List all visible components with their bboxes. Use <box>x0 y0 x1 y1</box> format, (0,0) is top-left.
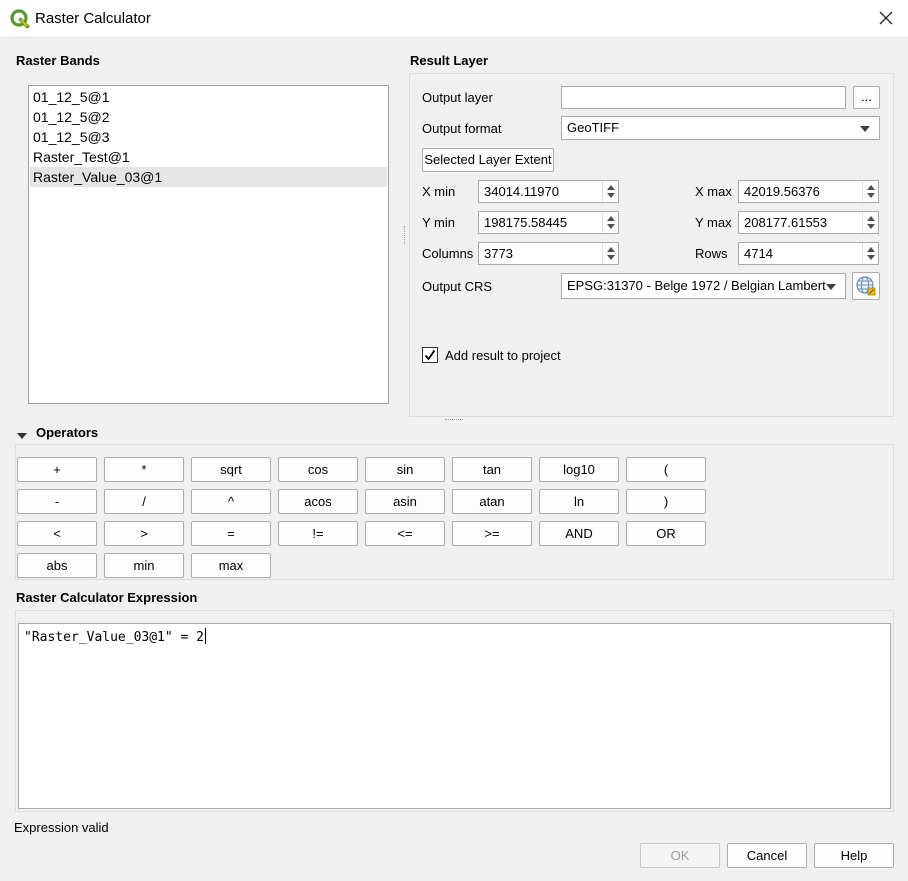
ok-button[interactable]: OK <box>640 843 720 868</box>
checkmark-icon <box>424 349 436 361</box>
output-crs-select[interactable]: EPSG:31370 - Belge 1972 / Belgian Lamber… <box>561 273 846 299</box>
operator-button[interactable]: cos <box>278 457 358 482</box>
ymax-label: Y max <box>695 215 732 230</box>
operator-button[interactable]: * <box>104 457 184 482</box>
list-item[interactable]: 01_12_5@1 <box>30 87 387 107</box>
columns-value: 3773 <box>484 246 513 261</box>
list-item[interactable]: 01_12_5@3 <box>30 127 387 147</box>
operator-button[interactable]: log10 <box>539 457 619 482</box>
operator-button[interactable]: abs <box>17 553 97 578</box>
expression-text: "Raster_Value_03@1" = 2 <box>24 630 205 645</box>
output-format-select[interactable]: GeoTIFF <box>561 116 880 140</box>
spin-arrows-icon[interactable] <box>602 181 618 202</box>
spin-arrows-icon[interactable] <box>862 212 878 233</box>
globe-crs-icon <box>853 276 879 302</box>
spin-arrows-icon[interactable] <box>862 181 878 202</box>
xmax-label: X max <box>695 184 732 199</box>
operator-button[interactable]: ) <box>626 489 706 514</box>
operator-button[interactable]: sin <box>365 457 445 482</box>
operator-button[interactable]: >= <box>452 521 532 546</box>
operators-title[interactable]: Operators <box>36 425 98 440</box>
close-icon[interactable] <box>874 6 898 30</box>
operator-button[interactable]: - <box>17 489 97 514</box>
output-crs-value: EPSG:31370 - Belge 1972 / Belgian Lamber… <box>567 278 826 293</box>
operator-button[interactable]: sqrt <box>191 457 271 482</box>
list-item-selected[interactable]: Raster_Value_03@1 <box>30 167 387 187</box>
columns-label: Columns <box>422 246 474 261</box>
raster-bands-list[interactable]: 01_12_5@1 01_12_5@2 01_12_5@3 Raster_Tes… <box>28 85 389 404</box>
operator-button[interactable]: > <box>104 521 184 546</box>
spin-arrows-icon[interactable] <box>602 212 618 233</box>
ymin-value: 198175.58445 <box>484 215 568 230</box>
operator-button[interactable]: <= <box>365 521 445 546</box>
xmin-label: X min <box>422 184 456 199</box>
window-title: Raster Calculator <box>35 10 151 27</box>
operator-button[interactable]: acos <box>278 489 358 514</box>
expression-status: Expression valid <box>14 820 109 835</box>
operator-button[interactable]: atan <box>452 489 532 514</box>
xmax-spinbox[interactable]: 42019.56376 <box>738 180 879 203</box>
expression-editor[interactable]: "Raster_Value_03@1" = 2 <box>18 623 891 809</box>
chevron-down-icon <box>860 126 870 132</box>
raster-bands-title: Raster Bands <box>16 53 100 68</box>
browse-output-button[interactable]: ... <box>853 86 880 109</box>
triangle-down-icon[interactable] <box>16 429 28 439</box>
operator-button[interactable]: < <box>17 521 97 546</box>
operator-button[interactable]: OR <box>626 521 706 546</box>
ymax-spinbox[interactable]: 208177.61553 <box>738 211 879 234</box>
operator-button[interactable]: max <box>191 553 271 578</box>
horizontal-splitter-handle[interactable] <box>445 419 463 421</box>
xmin-value: 34014.11970 <box>484 184 559 199</box>
text-caret <box>205 628 207 644</box>
output-layer-input[interactable] <box>561 86 846 109</box>
title-bar: Raster Calculator <box>0 0 908 38</box>
rows-label: Rows <box>695 246 728 261</box>
operator-button[interactable]: / <box>104 489 184 514</box>
xmax-value: 42019.56376 <box>744 184 820 199</box>
chevron-down-icon <box>826 284 836 290</box>
operator-button[interactable]: + <box>17 457 97 482</box>
ymin-label: Y min <box>422 215 455 230</box>
add-result-label[interactable]: Add result to project <box>445 348 561 363</box>
cancel-button[interactable]: Cancel <box>727 843 807 868</box>
expression-title: Raster Calculator Expression <box>16 590 198 605</box>
qgis-logo-icon <box>10 9 30 29</box>
operator-button[interactable]: != <box>278 521 358 546</box>
operator-button[interactable]: ln <box>539 489 619 514</box>
add-result-checkbox[interactable] <box>422 347 438 363</box>
operator-button[interactable]: ^ <box>191 489 271 514</box>
ymin-spinbox[interactable]: 198175.58445 <box>478 211 619 234</box>
rows-spinbox[interactable]: 4714 <box>738 242 879 265</box>
help-button[interactable]: Help <box>814 843 894 868</box>
operator-button[interactable]: ( <box>626 457 706 482</box>
list-item[interactable]: Raster_Test@1 <box>30 147 387 167</box>
operator-button[interactable]: min <box>104 553 184 578</box>
list-item[interactable]: 01_12_5@2 <box>30 107 387 127</box>
spin-arrows-icon[interactable] <box>862 243 878 264</box>
rows-value: 4714 <box>744 246 773 261</box>
select-crs-button[interactable] <box>852 272 880 300</box>
vertical-splitter-handle[interactable] <box>404 226 407 244</box>
output-format-label: Output format <box>422 121 502 136</box>
operator-button[interactable]: AND <box>539 521 619 546</box>
output-format-value: GeoTIFF <box>567 120 620 135</box>
ymax-value: 208177.61553 <box>744 215 828 230</box>
operator-button[interactable]: = <box>191 521 271 546</box>
output-layer-label: Output layer <box>422 90 493 105</box>
result-layer-title: Result Layer <box>410 53 489 68</box>
spin-arrows-icon[interactable] <box>602 243 618 264</box>
operator-button[interactable]: tan <box>452 457 532 482</box>
columns-spinbox[interactable]: 3773 <box>478 242 619 265</box>
selected-layer-extent-button[interactable]: Selected Layer Extent <box>422 148 554 172</box>
xmin-spinbox[interactable]: 34014.11970 <box>478 180 619 203</box>
operator-button[interactable]: asin <box>365 489 445 514</box>
output-crs-label: Output CRS <box>422 279 493 294</box>
